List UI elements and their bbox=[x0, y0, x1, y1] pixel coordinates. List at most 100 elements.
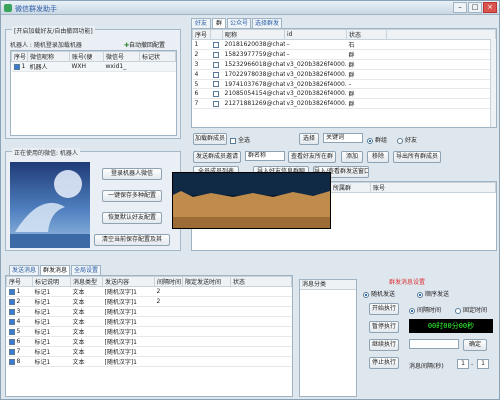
table-row[interactable]: 1 20181620038@chatroom–石 bbox=[192, 39, 496, 50]
cell[interactable] bbox=[210, 59, 223, 70]
cell[interactable] bbox=[210, 69, 223, 80]
radio[interactable] bbox=[367, 137, 373, 144]
col-group[interactable]: 所属群 bbox=[330, 182, 371, 193]
row-checkbox[interactable] bbox=[212, 71, 219, 78]
maximize-button[interactable]: □ bbox=[468, 2, 482, 13]
table-row[interactable]: 2 标记1 文本 [随机汉字]1 2 bbox=[6, 296, 292, 307]
interval-from-input[interactable]: 1 bbox=[457, 359, 469, 369]
radio[interactable] bbox=[417, 291, 423, 298]
resume-button[interactable]: 继续执行 bbox=[369, 339, 399, 351]
radio-random-option[interactable]: 随机发送 bbox=[363, 289, 395, 298]
radio[interactable] bbox=[455, 307, 461, 314]
table-row[interactable]: 1 标记1 文本 [随机汉字]1 2 bbox=[6, 286, 292, 297]
tab-public-accounts[interactable]: 公众号 bbox=[227, 18, 251, 28]
cell[interactable] bbox=[210, 98, 223, 109]
time-input[interactable] bbox=[409, 339, 459, 349]
cell[interactable] bbox=[210, 88, 223, 99]
checkbox[interactable] bbox=[230, 137, 236, 144]
close-button[interactable]: × bbox=[483, 2, 497, 13]
view-friend-groups-button[interactable]: 查看好友所在群 bbox=[288, 151, 336, 163]
row-checkbox[interactable] bbox=[8, 358, 15, 365]
col-status[interactable]: 状态 bbox=[346, 29, 387, 40]
contacts-scrollbar[interactable] bbox=[490, 39, 496, 127]
minimize-button[interactable]: – bbox=[453, 2, 467, 13]
table-row[interactable]: 5 标记1 文本 [随机汉字]1 bbox=[6, 326, 292, 337]
table-row[interactable]: 2 15823977759@chatroom–群 bbox=[192, 49, 496, 60]
table-row[interactable]: 5 19741037678@chatroomv3_020b3826f4000...… bbox=[192, 79, 496, 89]
col-id[interactable]: id bbox=[284, 29, 347, 40]
restore-default-button[interactable]: 恢复默认好友配置 bbox=[102, 212, 162, 224]
cell[interactable] bbox=[210, 39, 223, 50]
radio[interactable] bbox=[409, 307, 415, 314]
row-checkbox[interactable] bbox=[8, 348, 15, 355]
start-button[interactable]: 开始执行 bbox=[369, 303, 399, 315]
load-members-button[interactable]: 加载群成员 bbox=[193, 133, 227, 145]
row-checkbox[interactable] bbox=[212, 81, 219, 87]
tab-friends[interactable]: 好友 bbox=[191, 18, 211, 28]
col-account[interactable]: 账号(便 bbox=[69, 51, 104, 62]
row-checkbox[interactable] bbox=[212, 51, 219, 58]
radio-interval-option[interactable]: 间隔时间 bbox=[409, 305, 441, 314]
radio[interactable] bbox=[363, 291, 369, 298]
table-row[interactable]: 3 15232966018@chatroomv3_020b3826f4000...… bbox=[192, 59, 496, 70]
invite-members-button[interactable]: 发送群成员邀请 bbox=[193, 151, 241, 163]
col-index[interactable]: 序号 bbox=[192, 29, 211, 40]
radio[interactable] bbox=[397, 137, 403, 144]
table-row[interactable]: 3 标记1 文本 [随机汉字]1 bbox=[6, 306, 292, 317]
tab-global-settings[interactable]: 全局设置 bbox=[71, 265, 101, 275]
row-checkbox[interactable] bbox=[8, 318, 15, 325]
radio-friend-option[interactable]: 好友 bbox=[397, 135, 417, 144]
table-row[interactable]: 8 标记1 文本 [随机汉字]1 bbox=[6, 356, 292, 367]
tab-groups[interactable]: 群 bbox=[212, 18, 226, 28]
col-index[interactable]: 序号 bbox=[6, 276, 33, 287]
select-button[interactable]: 选择 bbox=[299, 133, 319, 145]
col-wxid[interactable]: 微信号 bbox=[103, 51, 140, 62]
row-checkbox[interactable] bbox=[212, 61, 219, 68]
col-mark[interactable]: 标记说明 bbox=[32, 276, 71, 287]
col-index[interactable]: 序号 bbox=[11, 51, 28, 62]
auto-reply-option[interactable]: ✚自动撤回配置 bbox=[124, 40, 165, 49]
select-all-checkbox[interactable]: 全选 bbox=[230, 135, 250, 144]
table-row[interactable]: 6 21085054154@chatroomv3_020b3826f4000...… bbox=[192, 88, 496, 99]
cell[interactable] bbox=[210, 79, 223, 89]
radio-group-option[interactable]: 群组 bbox=[367, 135, 387, 144]
login-robot-button[interactable]: 登录机器人微信 bbox=[102, 168, 162, 180]
keyword-input[interactable]: 关键词 bbox=[323, 133, 363, 143]
remove-button[interactable]: 移除 bbox=[367, 151, 389, 163]
table-row[interactable]: 7 标记1 文本 [随机汉字]1 bbox=[6, 346, 292, 357]
export-members-button[interactable]: 导出所有群成员 bbox=[393, 151, 441, 163]
tab-select-send[interactable]: 选择群发 bbox=[252, 18, 282, 28]
tab-send-message[interactable]: 发送消息 bbox=[9, 265, 39, 275]
radio-seq-option[interactable]: 顺序发送 bbox=[417, 289, 449, 298]
table-row[interactable]: 1 机器人 WXH wxid1_ bbox=[11, 61, 176, 72]
col-nickname[interactable]: 微信昵称 bbox=[27, 51, 70, 62]
stop-button[interactable]: 停止执行 bbox=[369, 357, 399, 369]
row-checkbox[interactable] bbox=[8, 338, 15, 345]
col-account[interactable]: 账号 bbox=[370, 182, 496, 193]
cell[interactable] bbox=[210, 49, 223, 60]
radio-fixed-option[interactable]: 固定时间 bbox=[455, 305, 487, 314]
row-checkbox[interactable] bbox=[212, 41, 219, 48]
col-nickname[interactable]: 昵称 bbox=[222, 29, 285, 40]
col-status[interactable]: 状态 bbox=[230, 276, 292, 287]
col-check[interactable] bbox=[210, 29, 223, 40]
table-row[interactable]: 4 17022978038@chatroomv3_020b3826f4000...… bbox=[192, 69, 496, 80]
save-config-button[interactable]: 一键保存多种配置 bbox=[102, 190, 162, 202]
row-checkbox[interactable] bbox=[8, 308, 15, 315]
queue-header[interactable]: 消息分类 bbox=[300, 280, 356, 290]
row-checkbox[interactable] bbox=[8, 328, 15, 335]
col-content[interactable]: 发送内容 bbox=[102, 276, 155, 287]
row-checkbox[interactable] bbox=[8, 288, 15, 295]
table-row[interactable]: 4 标记1 文本 [随机汉字]1 bbox=[6, 316, 292, 327]
row-checkbox[interactable] bbox=[212, 90, 219, 97]
col-fixed-time[interactable]: 限定发送时间 bbox=[182, 276, 231, 287]
pause-button[interactable]: 暂停执行 bbox=[369, 321, 399, 333]
col-interval[interactable]: 间隔时间 bbox=[154, 276, 183, 287]
group-name-input[interactable]: 群名称 bbox=[245, 151, 285, 161]
row-checkbox[interactable] bbox=[212, 100, 219, 107]
interval-to-input[interactable]: 1 bbox=[477, 359, 489, 369]
confirm-button[interactable]: 确定 bbox=[463, 339, 487, 351]
row-checkbox[interactable] bbox=[8, 298, 15, 305]
table-row[interactable]: 6 标记1 文本 [随机汉字]1 bbox=[6, 336, 292, 347]
table-row[interactable]: 7 21271881269@chatroomv3_020b3826f4000...… bbox=[192, 98, 496, 109]
